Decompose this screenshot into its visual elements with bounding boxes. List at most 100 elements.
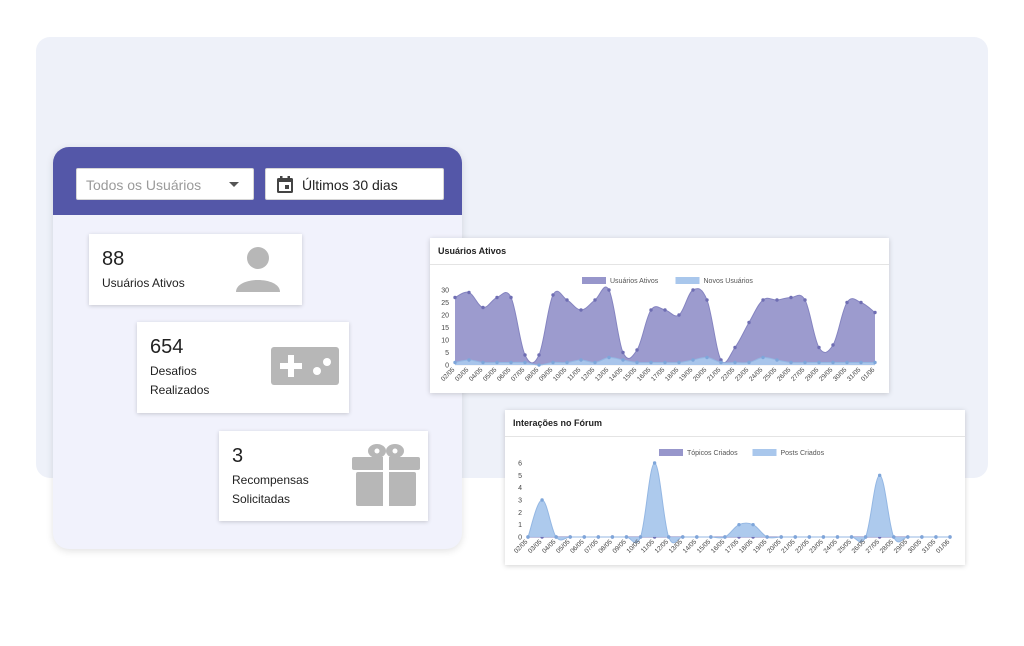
data-point[interactable] [610, 535, 615, 539]
data-point[interactable] [747, 360, 751, 365]
data-point[interactable] [509, 360, 513, 365]
data-point[interactable] [663, 308, 667, 312]
data-point[interactable] [537, 363, 541, 367]
data-point[interactable] [565, 298, 569, 302]
data-point[interactable] [892, 535, 896, 539]
data-point[interactable] [761, 355, 765, 360]
data-point[interactable] [568, 535, 572, 539]
date-range-picker[interactable]: Últimos 30 dias [265, 168, 444, 200]
data-point[interactable] [624, 535, 629, 539]
data-point[interactable] [934, 535, 938, 539]
data-point[interactable] [666, 535, 671, 539]
x-tick-label: 25/05 [836, 538, 853, 555]
data-point[interactable] [779, 535, 783, 539]
data-point[interactable] [859, 360, 863, 365]
data-point[interactable] [467, 290, 471, 295]
data-point[interactable] [677, 360, 681, 365]
data-point[interactable] [775, 358, 779, 362]
data-point[interactable] [906, 535, 910, 539]
data-point[interactable] [596, 535, 601, 539]
data-point[interactable] [835, 535, 840, 539]
data-point[interactable] [621, 358, 625, 362]
data-point[interactable] [495, 295, 499, 300]
data-point[interactable] [859, 300, 863, 305]
data-point[interactable] [873, 310, 877, 315]
data-point[interactable] [677, 313, 681, 317]
data-point[interactable] [695, 535, 699, 539]
legend-label[interactable]: Novos Usuários [704, 278, 754, 285]
data-point[interactable] [607, 288, 611, 292]
data-point[interactable] [691, 358, 695, 362]
data-point[interactable] [789, 360, 793, 365]
data-point[interactable] [509, 295, 513, 300]
data-point[interactable] [551, 293, 555, 297]
data-point[interactable] [761, 298, 765, 302]
data-point[interactable] [523, 360, 527, 365]
data-point[interactable] [775, 298, 779, 302]
data-point[interactable] [593, 360, 597, 365]
data-point[interactable] [481, 305, 485, 310]
data-point[interactable] [765, 535, 769, 539]
data-point[interactable] [652, 461, 657, 465]
data-point[interactable] [579, 358, 583, 362]
data-point[interactable] [845, 300, 849, 305]
data-point[interactable] [593, 298, 597, 302]
data-point[interactable] [920, 535, 924, 539]
data-point[interactable] [526, 535, 530, 539]
data-point[interactable] [621, 350, 625, 355]
data-point[interactable] [565, 360, 569, 365]
data-point[interactable] [751, 522, 755, 527]
data-point[interactable] [607, 355, 611, 360]
data-point[interactable] [948, 535, 952, 539]
data-point[interactable] [733, 360, 737, 365]
data-point[interactable] [831, 360, 835, 365]
data-point[interactable] [663, 360, 667, 365]
data-point[interactable] [467, 358, 471, 362]
user-filter-select[interactable]: Todos os Usuários [76, 168, 254, 200]
legend-label[interactable]: Usuários Ativos [610, 278, 659, 285]
data-point[interactable] [803, 360, 807, 365]
data-point[interactable] [579, 308, 583, 312]
data-point[interactable] [807, 535, 812, 539]
y-tick-label: 6 [518, 461, 522, 468]
data-point[interactable] [481, 360, 485, 365]
data-point[interactable] [719, 360, 723, 365]
data-point[interactable] [523, 353, 527, 357]
data-point[interactable] [877, 473, 882, 478]
data-point[interactable] [817, 360, 821, 365]
data-point[interactable] [705, 355, 709, 360]
data-point[interactable] [733, 345, 737, 350]
data-point[interactable] [691, 288, 695, 292]
data-point[interactable] [495, 360, 499, 365]
data-point[interactable] [453, 360, 457, 365]
data-point[interactable] [649, 308, 653, 312]
data-point[interactable] [737, 522, 741, 527]
data-point[interactable] [831, 343, 835, 347]
data-point[interactable] [681, 535, 685, 539]
legend-label[interactable]: Posts Criados [781, 450, 825, 457]
data-point[interactable] [863, 535, 868, 539]
data-point[interactable] [873, 360, 877, 365]
data-point[interactable] [723, 535, 727, 539]
data-point[interactable] [849, 535, 854, 539]
data-point[interactable] [582, 535, 586, 539]
data-point[interactable] [551, 360, 555, 365]
data-point[interactable] [845, 360, 849, 365]
data-point[interactable] [793, 535, 797, 539]
data-point[interactable] [803, 298, 807, 302]
data-point[interactable] [638, 535, 643, 539]
data-point[interactable] [789, 295, 793, 300]
data-point[interactable] [540, 498, 544, 502]
data-point[interactable] [709, 535, 713, 539]
data-point[interactable] [635, 360, 639, 365]
data-point[interactable] [821, 535, 826, 539]
legend-label[interactable]: Tópicos Criados [687, 450, 738, 457]
data-point[interactable] [635, 348, 639, 352]
data-point[interactable] [649, 360, 653, 365]
data-point[interactable] [453, 295, 457, 300]
data-point[interactable] [817, 345, 821, 350]
data-point[interactable] [747, 320, 751, 325]
data-point[interactable] [554, 535, 558, 539]
data-point[interactable] [537, 353, 541, 357]
data-point[interactable] [705, 298, 709, 302]
